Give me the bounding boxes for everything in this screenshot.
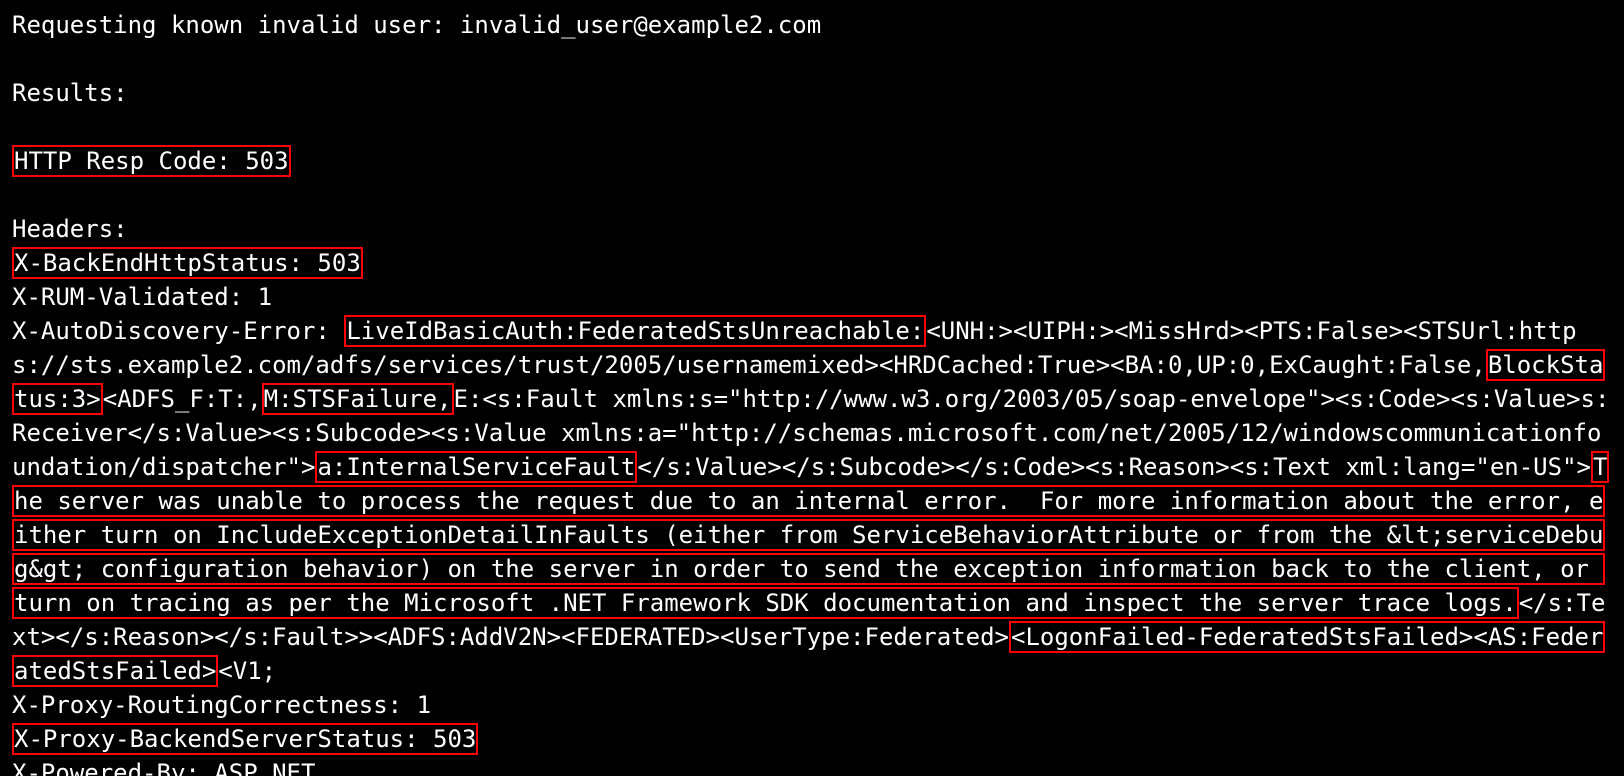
x-backend-status-highlight: X-BackEndHttpStatus: 503 [12, 247, 363, 279]
http-resp-code-highlight: HTTP Resp Code: 503 [12, 145, 291, 177]
autodiscovery-prefix: X-AutoDiscovery-Error: [12, 317, 344, 345]
stsfailure-highlight: M:STSFailure, [262, 383, 454, 415]
internalservicefault-highlight: a:InternalServiceFault [315, 451, 637, 483]
x-powered-by: X-Powered-By: ASP.NET [12, 759, 315, 776]
autodisc-tail: <V1; [218, 657, 276, 685]
terminal-output: Requesting known invalid user: invalid_u… [0, 0, 1624, 776]
x-proxy-routing: X-Proxy-RoutingCorrectness: 1 [12, 691, 431, 719]
x-proxy-backend-highlight: X-Proxy-BackendServerStatus: 503 [12, 723, 478, 755]
x-rum-validated: X-RUM-Validated: 1 [12, 283, 272, 311]
adfs-f-seg: <ADFS_F:T:, [103, 385, 262, 413]
request-line: Requesting known invalid user: invalid_u… [12, 11, 821, 39]
headers-label: Headers: [12, 215, 128, 243]
results-label: Results: [12, 79, 128, 107]
liveid-highlight: LiveIdBasicAuth:FederatedStsUnreachable: [344, 315, 926, 347]
autodisc-seg3: </s:Value></s:Subcode></s:Code><s:Reason… [637, 453, 1591, 481]
